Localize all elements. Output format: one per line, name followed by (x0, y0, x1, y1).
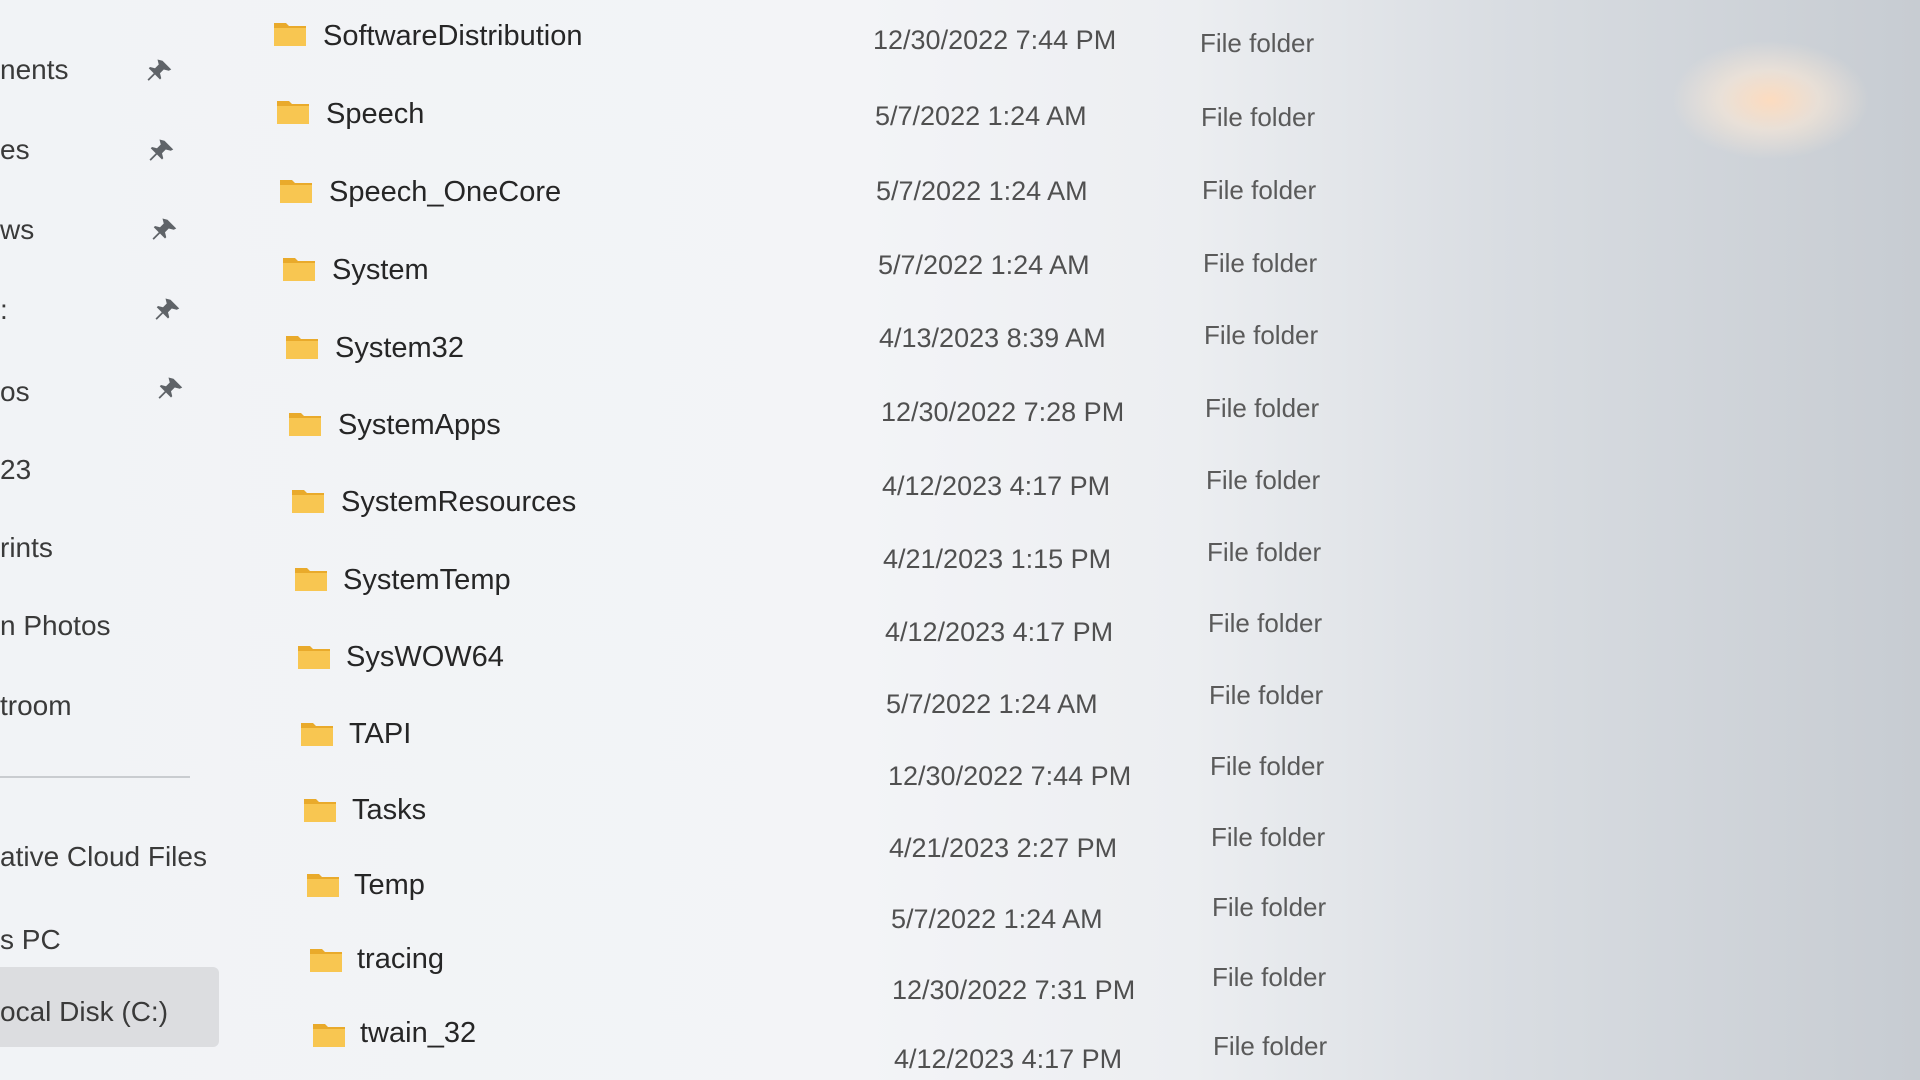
file-type: File folder (1205, 393, 1320, 423)
folder-icon (274, 23, 306, 46)
file-date-modified: 5/7/2022 1:24 AM (875, 101, 1087, 131)
file-type: File folder (1210, 751, 1325, 781)
file-name: SystemResources (341, 486, 577, 518)
file-date-modified: 4/21/2023 1:15 PM (883, 544, 1112, 574)
folder-icon (289, 413, 321, 436)
file-date-modified: 4/13/2023 8:39 AM (879, 323, 1106, 353)
folder-icon (313, 1024, 345, 1047)
file-date-modified: 12/30/2022 7:44 PM (873, 25, 1117, 55)
sidebar-item-windows[interactable]: ws (0, 214, 34, 246)
sidebar-item-photos[interactable]: n Photos (0, 610, 111, 642)
sidebar-item-label: : (0, 294, 8, 325)
file-name: Temp (354, 869, 425, 901)
sidebar-item-label: es (0, 134, 30, 165)
file-date-modified: 5/7/2022 1:24 AM (878, 250, 1090, 280)
file-date-modified: 12/30/2022 7:31 PM (892, 975, 1136, 1005)
sidebar-item-label: ws (0, 214, 35, 245)
file-name: SysWOW64 (346, 641, 504, 673)
folder-icon (307, 874, 339, 897)
file-name: SystemTemp (343, 564, 511, 596)
sidebar-item-label: ative Cloud Files (0, 841, 207, 872)
sidebar-item-label: s PC (0, 924, 61, 955)
sidebar-item-label: rints (0, 532, 53, 563)
folder-icon (310, 949, 342, 972)
file-type: File folder (1203, 248, 1318, 278)
file-name: twain_32 (360, 1017, 477, 1049)
file-name: SoftwareDistribution (323, 20, 583, 52)
file-name: SystemApps (338, 409, 501, 441)
file-type: File folder (1206, 465, 1321, 495)
sidebar-item-pictures[interactable]: es (0, 134, 30, 166)
file-type: File folder (1213, 1031, 1328, 1061)
file-date-modified: 5/7/2022 1:24 AM (886, 689, 1098, 719)
sidebar-item-documents[interactable]: nents (0, 54, 69, 86)
sidebar-item-local-disk[interactable]: ocal Disk (C:) (0, 996, 168, 1028)
folder-icon (301, 723, 333, 746)
sidebar-item-label: nents (0, 54, 69, 85)
pin-icon[interactable] (145, 57, 175, 87)
pin-icon[interactable] (147, 137, 177, 167)
pin-icon[interactable] (156, 375, 186, 405)
sidebar-divider (0, 776, 190, 778)
file-name: System32 (335, 332, 464, 364)
file-date-modified: 4/12/2023 4:17 PM (885, 617, 1114, 647)
file-type: File folder (1212, 962, 1327, 992)
sidebar-item-lightroom[interactable]: troom (0, 690, 72, 722)
file-name: Speech_OneCore (329, 176, 562, 208)
folder-icon (295, 568, 327, 591)
screen-glare (1670, 40, 1870, 160)
file-name: Tasks (352, 794, 427, 826)
folder-icon (283, 258, 315, 281)
file-date-modified: 12/30/2022 7:28 PM (881, 397, 1125, 427)
file-date-modified: 12/30/2022 7:44 PM (888, 761, 1132, 791)
file-date-modified: 5/7/2022 1:24 AM (891, 904, 1103, 934)
file-type: File folder (1212, 892, 1327, 922)
file-type: File folder (1202, 175, 1317, 205)
folder-icon (280, 180, 312, 203)
file-type: File folder (1200, 28, 1315, 58)
sidebar-item-creative-cloud[interactable]: ative Cloud Files (0, 841, 207, 873)
sidebar-item-label: ocal Disk (C:) (0, 996, 169, 1027)
sidebar-item-label: 23 (0, 454, 32, 485)
folder-icon (304, 799, 336, 822)
sidebar-item-label: n Photos (0, 610, 111, 641)
folder-icon (292, 490, 324, 513)
file-date-modified: 4/12/2023 4:17 PM (882, 471, 1111, 501)
sidebar-item-os[interactable]: os (0, 376, 30, 408)
sidebar-item-drive[interactable]: : (0, 294, 8, 326)
sidebar-item-23[interactable]: 23 (0, 454, 31, 486)
file-type: File folder (1207, 537, 1322, 567)
file-date-modified: 4/21/2023 2:27 PM (889, 833, 1118, 863)
sidebar-item-label: os (0, 376, 30, 407)
file-type: File folder (1211, 822, 1326, 852)
file-type: File folder (1208, 608, 1323, 638)
file-name: Speech (326, 98, 425, 130)
file-type: File folder (1209, 680, 1324, 710)
folder-icon (286, 336, 318, 359)
file-name: System (332, 254, 429, 286)
folder-icon (277, 101, 309, 124)
file-date-modified: 5/7/2022 1:24 AM (876, 176, 1088, 206)
file-type: File folder (1201, 102, 1316, 132)
file-type: File folder (1204, 320, 1319, 350)
pin-icon[interactable] (150, 216, 180, 246)
sidebar-item-label: troom (0, 690, 72, 721)
file-name: TAPI (349, 718, 412, 750)
sidebar-item-prints[interactable]: rints (0, 532, 53, 564)
folder-icon (298, 646, 330, 669)
sidebar-item-this-pc[interactable]: s PC (0, 924, 61, 956)
file-date-modified: 4/12/2023 4:17 PM (894, 1044, 1123, 1074)
pin-icon[interactable] (153, 296, 183, 326)
file-name: tracing (357, 943, 445, 975)
navigation-pane: nents es ws : os 23 rints n Photos troom… (0, 0, 225, 1080)
